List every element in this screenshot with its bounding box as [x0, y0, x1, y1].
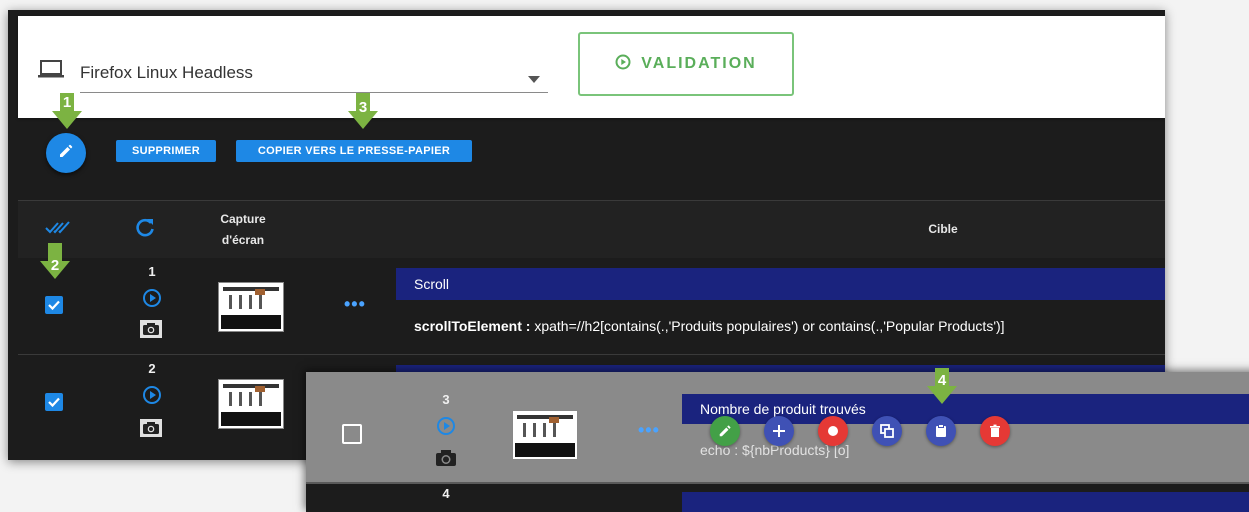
annotation-label-1: 1 [62, 94, 72, 111]
play-circle-icon [615, 54, 631, 75]
annotation-arrow-3: 3 [348, 93, 378, 136]
trash-icon [990, 424, 1000, 437]
refresh-icon[interactable] [134, 217, 156, 244]
screenshot-thumbnail[interactable] [218, 379, 284, 429]
screenshot-thumbnail[interactable] [512, 410, 578, 460]
capture-header-line2: d'écran [221, 233, 265, 247]
row-name-bar: Scroll [396, 268, 1165, 300]
camera-icon[interactable] [140, 419, 162, 442]
record-step-button[interactable] [818, 416, 848, 446]
camera-icon[interactable] [140, 320, 162, 343]
annotation-arrow-2: 2 [40, 243, 70, 286]
row-name-bar [682, 492, 1249, 512]
dropdown-arrow-icon[interactable] [528, 70, 540, 88]
add-step-button[interactable] [764, 416, 794, 446]
double-check-icon[interactable] [45, 219, 71, 240]
row-more-menu[interactable]: ••• [344, 294, 366, 315]
row-checkbox[interactable] [45, 296, 63, 314]
clipboard-icon [936, 424, 946, 437]
copy-step-button[interactable] [926, 416, 956, 446]
annotation-label-4: 4 [937, 372, 947, 389]
row-target: xpath=//h2[contains(.,'Produits populair… [530, 318, 1005, 334]
table-row[interactable]: 3 ••• Nombre de produit trouvés echo : $… [306, 372, 1249, 484]
toolbar-card: Firefox Linux Headless VALIDATION [18, 16, 1165, 118]
screenshot-thumbnail[interactable] [218, 282, 284, 332]
edit-step-button[interactable] [710, 416, 740, 446]
row-number: 4 [442, 486, 450, 501]
row-number: 2 [148, 361, 156, 376]
row-checkbox[interactable] [45, 393, 63, 411]
laptop-icon [38, 60, 64, 83]
annotation-label-2: 2 [50, 257, 60, 274]
duplicate-icon [880, 424, 894, 438]
table-row[interactable]: 1 ••• Scroll scrollToElement : xpath=//h… [18, 258, 1165, 355]
row-number: 1 [148, 264, 156, 279]
row-command-line: scrollToElement : xpath=//h2[contains(.,… [414, 318, 1154, 334]
row-more-menu[interactable]: ••• [638, 420, 660, 441]
check-icon [48, 300, 60, 311]
annotation-arrow-4: 4 [927, 368, 957, 411]
delete-button[interactable]: SUPPRIMER [116, 140, 216, 162]
copy-to-clipboard-button[interactable]: COPIER VERS LE PRESSE-PAPIER [236, 140, 472, 162]
check-icon [48, 397, 60, 408]
duplicate-step-button[interactable] [872, 416, 902, 446]
pencil-icon [719, 425, 731, 437]
delete-step-button[interactable] [980, 416, 1010, 446]
row-name-bar: Nombre de produit trouvés [682, 394, 1249, 424]
validation-button[interactable]: VALIDATION [578, 32, 794, 96]
record-icon [828, 426, 838, 436]
camera-icon[interactable] [434, 448, 458, 473]
play-circle-icon[interactable] [436, 416, 456, 441]
capture-header: Capture d'écran [208, 209, 278, 251]
browser-select-underline [80, 92, 548, 93]
table-header: Capture d'écran Cible [18, 200, 1165, 260]
hovered-row-zoom: 3 ••• Nombre de produit trouvés echo : $… [306, 372, 1249, 512]
validation-button-label: VALIDATION [641, 55, 757, 72]
annotation-label-3: 3 [358, 99, 368, 116]
row-command: scrollToElement : [414, 318, 531, 334]
plus-icon [773, 425, 785, 437]
capture-header-line1: Capture [220, 212, 266, 226]
play-circle-icon[interactable] [142, 288, 162, 313]
row-checkbox[interactable] [342, 424, 362, 444]
annotation-arrow-1: 1 [52, 93, 82, 136]
row-number: 3 [442, 392, 450, 407]
target-header: Cible [928, 222, 958, 236]
edit-fab-button[interactable] [46, 133, 86, 173]
next-row: 4 [306, 484, 1249, 512]
pencil-icon [58, 143, 74, 164]
browser-select-value[interactable]: Firefox Linux Headless [80, 63, 253, 83]
play-circle-icon[interactable] [142, 385, 162, 410]
